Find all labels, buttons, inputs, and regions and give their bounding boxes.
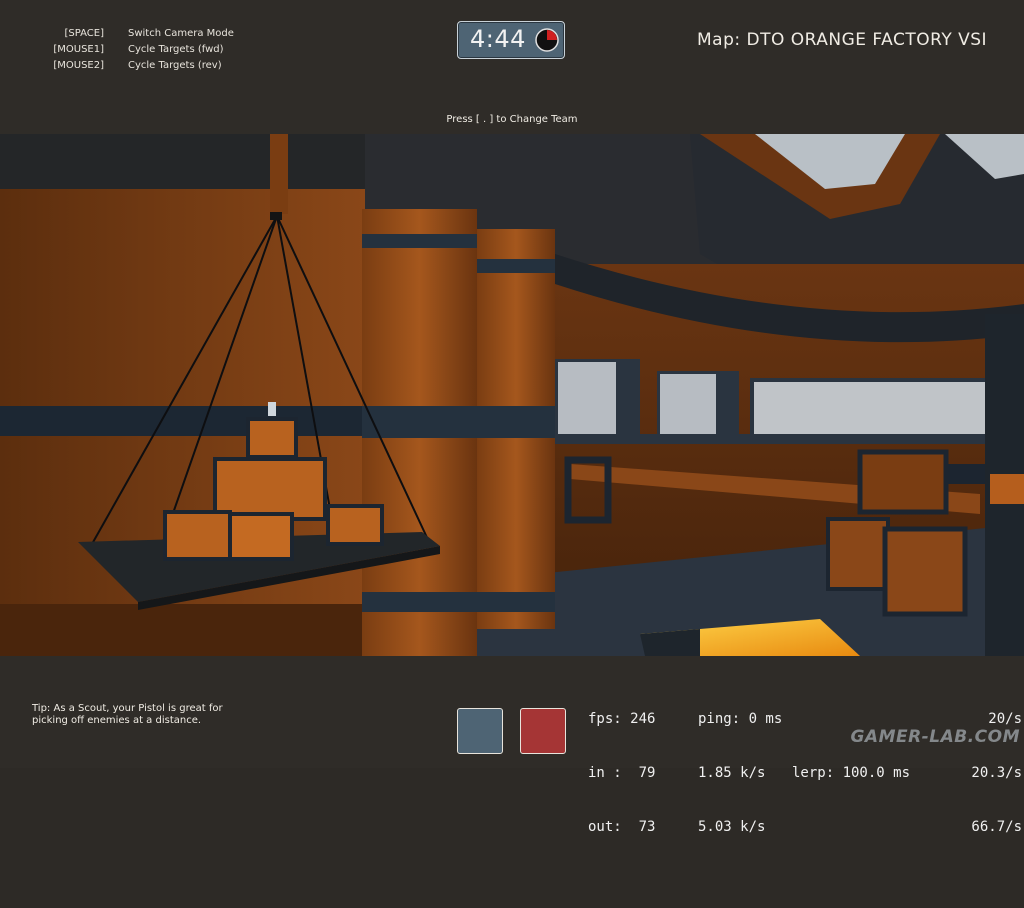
out-rate: 5.03 k/s (698, 819, 766, 835)
timer-clock-icon (535, 28, 559, 52)
fps-readout: fps: 246 (588, 711, 656, 727)
lerp-readout: lerp: 100.0 ms (792, 765, 911, 781)
in-packets: in : 79 (588, 765, 656, 781)
scene-render (0, 134, 1024, 656)
net-graph: fps: 246 ping: 0 ms 20/s in : 79 1.85 k/… (588, 674, 1022, 854)
watermark-logo: GAMER-LAB.COM (850, 727, 1020, 747)
net-graph-row: fps: 246 ping: 0 ms 20/s (588, 710, 1022, 728)
update-rate: 20/s (988, 711, 1022, 727)
bind-action: Switch Camera Mode (128, 28, 234, 39)
out-packets: out: 73 (588, 819, 656, 835)
timer-elapsed-wedge (547, 30, 557, 40)
change-team-hint: Press [ . ] to Change Team (446, 114, 578, 125)
map-name: Map: DTO ORANGE FACTORY VSI (697, 30, 988, 50)
ping-readout: ping: 0 ms (698, 711, 783, 727)
bind-key: [MOUSE1] (53, 44, 104, 55)
in-rate: 1.85 k/s (698, 765, 766, 781)
bind-action: Cycle Targets (rev) (128, 60, 222, 71)
game-viewport[interactable] (0, 134, 1024, 656)
in-update-rate: 20.3/s (971, 765, 1022, 781)
net-graph-row: out: 73 5.03 k/s 66.7/s (588, 818, 1022, 836)
bind-key: [MOUSE2] (53, 60, 104, 71)
bind-key: [SPACE] (64, 28, 104, 39)
join-red-team-button[interactable] (520, 708, 566, 754)
join-blue-team-button[interactable] (457, 708, 503, 754)
out-update-rate: 66.7/s (971, 819, 1022, 835)
net-graph-row: in : 79 1.85 k/s lerp: 100.0 ms 20.3/s (588, 764, 1022, 782)
round-timer: 4:44 (457, 21, 565, 59)
bind-action: Cycle Targets (fwd) (128, 44, 224, 55)
gameplay-tip: Tip: As a Scout, your Pistol is great fo… (32, 703, 223, 726)
timer-text: 4:44 (470, 25, 526, 53)
